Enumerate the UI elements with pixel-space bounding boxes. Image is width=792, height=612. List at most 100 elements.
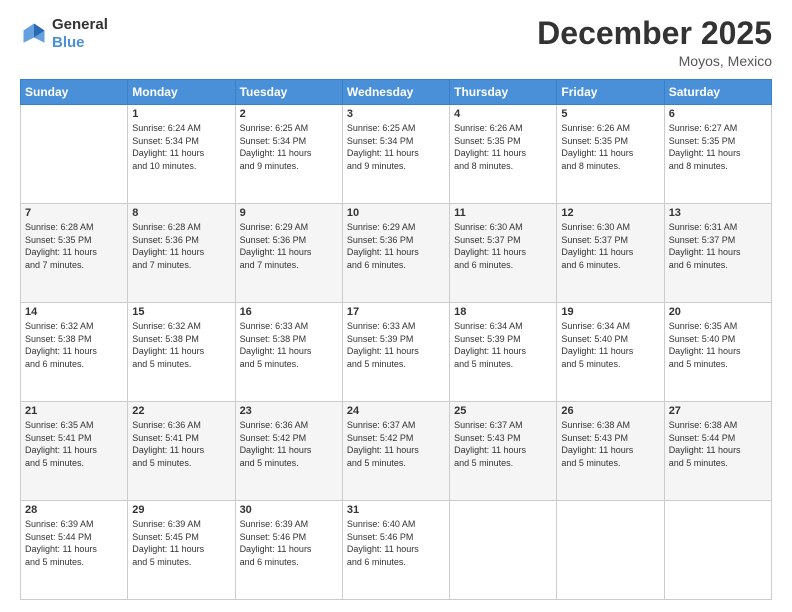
day-info: Sunrise: 6:39 AM Sunset: 5:44 PM Dayligh… xyxy=(25,518,123,568)
subtitle: Moyos, Mexico xyxy=(537,53,772,69)
calendar-cell: 26Sunrise: 6:38 AM Sunset: 5:43 PM Dayli… xyxy=(557,402,664,501)
calendar-cell: 31Sunrise: 6:40 AM Sunset: 5:46 PM Dayli… xyxy=(342,501,449,600)
day-number: 15 xyxy=(132,306,230,318)
day-info: Sunrise: 6:32 AM Sunset: 5:38 PM Dayligh… xyxy=(25,320,123,370)
header-sunday: Sunday xyxy=(21,80,128,105)
calendar-week-2: 7 Sunrise: 6:28 AM Sunset: 5:35 PM Daylig… xyxy=(21,204,772,303)
calendar-cell: 10 Sunrise: 6:29 AM Sunset: 5:36 PM Dayli… xyxy=(342,204,449,303)
calendar-cell: 5Sunrise: 6:26 AM Sunset: 5:35 PM Daylig… xyxy=(557,105,664,204)
calendar-cell: 18Sunrise: 6:34 AM Sunset: 5:39 PM Dayli… xyxy=(450,303,557,402)
calendar-cell: 13 Sunrise: 6:31 AM Sunset: 5:37 PM Dayli… xyxy=(664,204,771,303)
day-number: 14 xyxy=(25,306,123,318)
day-info: Sunrise: 6:38 AM Sunset: 5:44 PM Dayligh… xyxy=(669,419,767,469)
calendar-cell: 4 Sunrise: 6:26 AM Sunset: 5:35 PM Daylig… xyxy=(450,105,557,204)
day-info: Sunrise: 6:29 AM Sunset: 5:36 PM Dayligh… xyxy=(240,221,338,271)
calendar-table: SundayMondayTuesdayWednesdayThursdayFrid… xyxy=(20,79,772,600)
calendar-cell: 24 Sunrise: 6:37 AM Sunset: 5:42 PM Dayli… xyxy=(342,402,449,501)
calendar-cell: 30Sunrise: 6:39 AM Sunset: 5:46 PM Dayli… xyxy=(235,501,342,600)
day-number: 11 xyxy=(454,207,552,219)
calendar-cell xyxy=(450,501,557,600)
day-number: 13 xyxy=(669,207,767,219)
day-number: 17 xyxy=(347,306,445,318)
day-info: Sunrise: 6:35 AM Sunset: 5:41 PM Dayligh… xyxy=(25,419,123,469)
header-tuesday: Tuesday xyxy=(235,80,342,105)
calendar-cell: 3 Sunrise: 6:25 AM Sunset: 5:34 PM Daylig… xyxy=(342,105,449,204)
day-info: Sunrise: 6:39 AM Sunset: 5:46 PM Dayligh… xyxy=(240,518,338,568)
calendar-cell: 29 Sunrise: 6:39 AM Sunset: 5:45 PM Dayli… xyxy=(128,501,235,600)
calendar-cell: 8 Sunrise: 6:28 AM Sunset: 5:36 PM Daylig… xyxy=(128,204,235,303)
day-info: Sunrise: 6:36 AM Sunset: 5:41 PM Dayligh… xyxy=(132,419,230,469)
header: General Blue December 2025 Moyos, Mexico xyxy=(20,16,772,69)
day-number: 6 xyxy=(669,108,767,120)
calendar-cell: 17 Sunrise: 6:33 AM Sunset: 5:39 PM Dayli… xyxy=(342,303,449,402)
day-info: Sunrise: 6:34 AM Sunset: 5:39 PM Dayligh… xyxy=(454,320,552,370)
calendar-week-1: 1 Sunrise: 6:24 AM Sunset: 5:34 PM Daylig… xyxy=(21,105,772,204)
day-info: Sunrise: 6:25 AM Sunset: 5:34 PM Dayligh… xyxy=(347,122,445,172)
day-number: 28 xyxy=(25,504,123,516)
day-info: Sunrise: 6:28 AM Sunset: 5:35 PM Dayligh… xyxy=(25,221,123,271)
calendar-cell: 27 Sunrise: 6:38 AM Sunset: 5:44 PM Dayli… xyxy=(664,402,771,501)
calendar-cell: 23Sunrise: 6:36 AM Sunset: 5:42 PM Dayli… xyxy=(235,402,342,501)
day-number: 25 xyxy=(454,405,552,417)
calendar-cell: 1 Sunrise: 6:24 AM Sunset: 5:34 PM Daylig… xyxy=(128,105,235,204)
calendar-cell: 2Sunrise: 6:25 AM Sunset: 5:34 PM Daylig… xyxy=(235,105,342,204)
calendar-header-row: SundayMondayTuesdayWednesdayThursdayFrid… xyxy=(21,80,772,105)
calendar-cell: 19 Sunrise: 6:34 AM Sunset: 5:40 PM Dayli… xyxy=(557,303,664,402)
day-info: Sunrise: 6:37 AM Sunset: 5:43 PM Dayligh… xyxy=(454,419,552,469)
calendar-cell: 12 Sunrise: 6:30 AM Sunset: 5:37 PM Dayli… xyxy=(557,204,664,303)
calendar-week-5: 28 Sunrise: 6:39 AM Sunset: 5:44 PM Dayli… xyxy=(21,501,772,600)
day-number: 1 xyxy=(132,108,230,120)
day-number: 20 xyxy=(669,306,767,318)
day-number: 7 xyxy=(25,207,123,219)
day-info: Sunrise: 6:24 AM Sunset: 5:34 PM Dayligh… xyxy=(132,122,230,172)
header-friday: Friday xyxy=(557,80,664,105)
calendar-cell xyxy=(21,105,128,204)
calendar-cell: 16 Sunrise: 6:33 AM Sunset: 5:38 PM Dayli… xyxy=(235,303,342,402)
calendar-cell: 20 Sunrise: 6:35 AM Sunset: 5:40 PM Dayli… xyxy=(664,303,771,402)
day-info: Sunrise: 6:30 AM Sunset: 5:37 PM Dayligh… xyxy=(561,221,659,271)
day-info: Sunrise: 6:37 AM Sunset: 5:42 PM Dayligh… xyxy=(347,419,445,469)
day-info: Sunrise: 6:29 AM Sunset: 5:36 PM Dayligh… xyxy=(347,221,445,271)
day-number: 24 xyxy=(347,405,445,417)
day-info: Sunrise: 6:35 AM Sunset: 5:40 PM Dayligh… xyxy=(669,320,767,370)
header-wednesday: Wednesday xyxy=(342,80,449,105)
calendar-cell: 9 Sunrise: 6:29 AM Sunset: 5:36 PM Daylig… xyxy=(235,204,342,303)
calendar-cell: 28 Sunrise: 6:39 AM Sunset: 5:44 PM Dayli… xyxy=(21,501,128,600)
day-info: Sunrise: 6:33 AM Sunset: 5:38 PM Dayligh… xyxy=(240,320,338,370)
calendar-cell xyxy=(664,501,771,600)
day-number: 10 xyxy=(347,207,445,219)
day-number: 9 xyxy=(240,207,338,219)
calendar-cell: 14 Sunrise: 6:32 AM Sunset: 5:38 PM Dayli… xyxy=(21,303,128,402)
day-info: Sunrise: 6:39 AM Sunset: 5:45 PM Dayligh… xyxy=(132,518,230,568)
day-number: 8 xyxy=(132,207,230,219)
day-number: 31 xyxy=(347,504,445,516)
day-number: 12 xyxy=(561,207,659,219)
day-info: Sunrise: 6:36 AM Sunset: 5:42 PM Dayligh… xyxy=(240,419,338,469)
calendar-cell: 22 Sunrise: 6:36 AM Sunset: 5:41 PM Dayli… xyxy=(128,402,235,501)
header-monday: Monday xyxy=(128,80,235,105)
day-number: 4 xyxy=(454,108,552,120)
day-info: Sunrise: 6:34 AM Sunset: 5:40 PM Dayligh… xyxy=(561,320,659,370)
day-info: Sunrise: 6:33 AM Sunset: 5:39 PM Dayligh… xyxy=(347,320,445,370)
day-info: Sunrise: 6:38 AM Sunset: 5:43 PM Dayligh… xyxy=(561,419,659,469)
day-number: 21 xyxy=(25,405,123,417)
day-number: 16 xyxy=(240,306,338,318)
day-number: 29 xyxy=(132,504,230,516)
day-number: 27 xyxy=(669,405,767,417)
calendar-cell: 25 Sunrise: 6:37 AM Sunset: 5:43 PM Dayli… xyxy=(450,402,557,501)
day-info: Sunrise: 6:25 AM Sunset: 5:34 PM Dayligh… xyxy=(240,122,338,172)
header-saturday: Saturday xyxy=(664,80,771,105)
day-info: Sunrise: 6:26 AM Sunset: 5:35 PM Dayligh… xyxy=(561,122,659,172)
day-info: Sunrise: 6:30 AM Sunset: 5:37 PM Dayligh… xyxy=(454,221,552,271)
day-number: 19 xyxy=(561,306,659,318)
day-number: 22 xyxy=(132,405,230,417)
day-info: Sunrise: 6:26 AM Sunset: 5:35 PM Dayligh… xyxy=(454,122,552,172)
logo-icon xyxy=(20,20,48,48)
day-number: 3 xyxy=(347,108,445,120)
title-block: December 2025 Moyos, Mexico xyxy=(537,16,772,69)
day-info: Sunrise: 6:31 AM Sunset: 5:37 PM Dayligh… xyxy=(669,221,767,271)
calendar-week-3: 14 Sunrise: 6:32 AM Sunset: 5:38 PM Dayli… xyxy=(21,303,772,402)
day-info: Sunrise: 6:28 AM Sunset: 5:36 PM Dayligh… xyxy=(132,221,230,271)
calendar-week-4: 21 Sunrise: 6:35 AM Sunset: 5:41 PM Dayli… xyxy=(21,402,772,501)
day-info: Sunrise: 6:32 AM Sunset: 5:38 PM Dayligh… xyxy=(132,320,230,370)
